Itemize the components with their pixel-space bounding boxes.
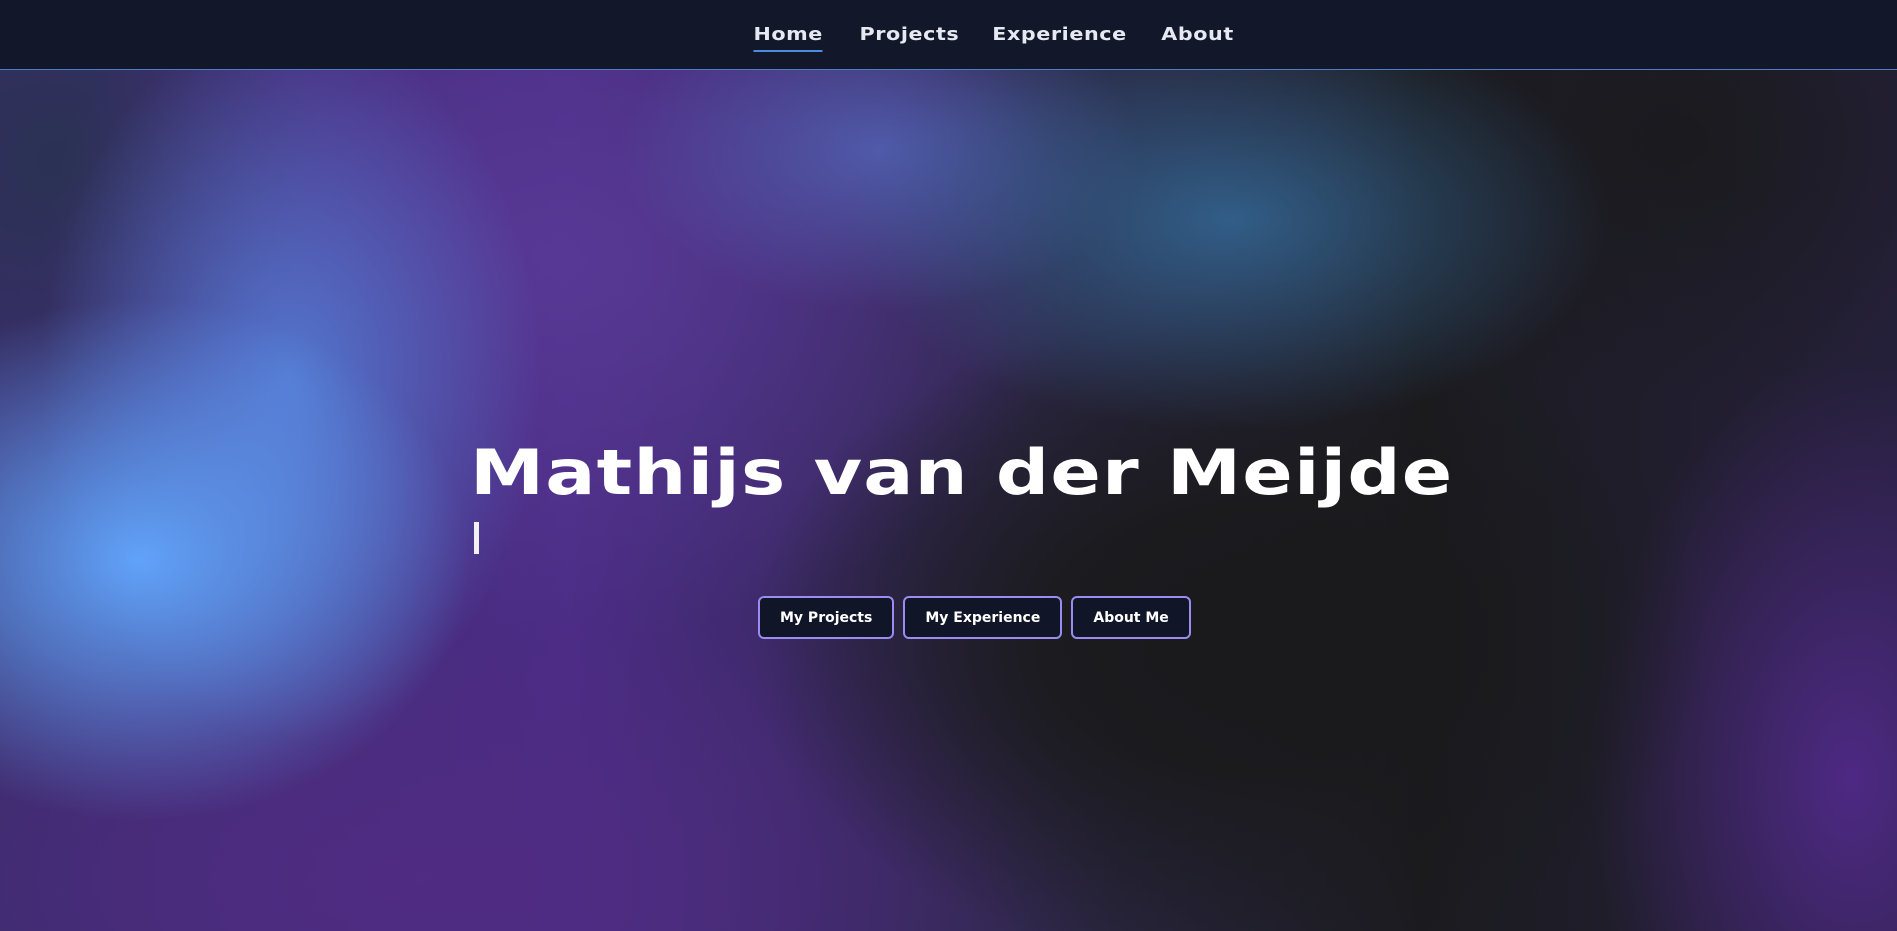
hero-title: Mathijs van der Meijde [470, 436, 1454, 509]
nav-link-experience[interactable]: Experience [992, 22, 1126, 47]
typing-cursor [474, 522, 479, 554]
page: Home Projects Experience About Mathijs v… [0, 0, 1897, 931]
nav-link-projects[interactable]: Projects [860, 22, 960, 47]
about-me-button[interactable]: About Me [1071, 596, 1191, 639]
hero-buttons: My Projects My Experience About Me [758, 596, 1191, 639]
my-projects-button[interactable]: My Projects [758, 596, 895, 639]
nav-link-about[interactable]: About [1161, 22, 1234, 47]
nav-links: Home Projects Experience About [0, 0, 1897, 69]
hero-section: Mathijs van der Meijde [470, 438, 1452, 554]
top-navbar: Home Projects Experience About [0, 0, 1897, 70]
my-experience-button[interactable]: My Experience [903, 596, 1063, 639]
nav-link-home[interactable]: Home [753, 22, 824, 52]
